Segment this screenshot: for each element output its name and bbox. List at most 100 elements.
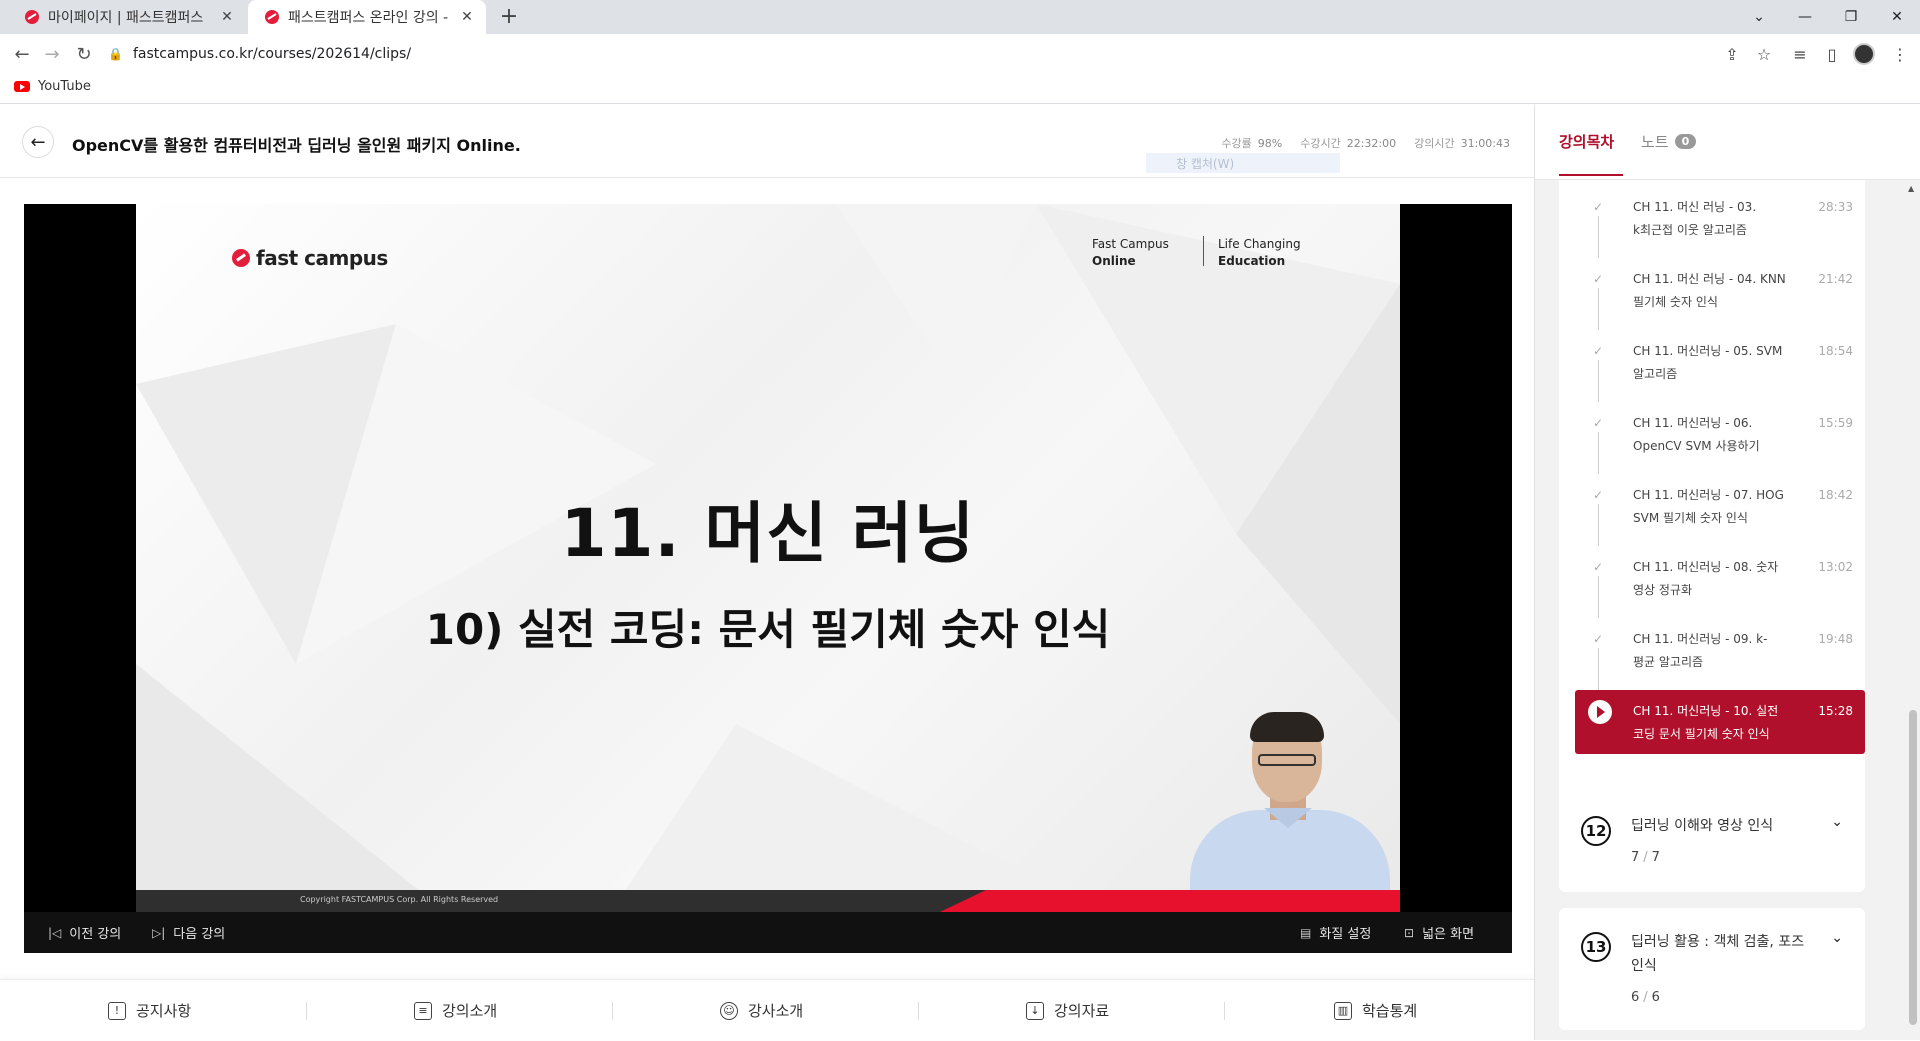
sidebar-scrollbar[interactable]: ▲ [1906,180,1920,1040]
clip-item[interactable]: ✓ CH 11. 머신러닝 - 05. SVM 알고리즘 18:54 [1559,330,1865,402]
browser-tab-course[interactable]: 패스트캠퍼스 온라인 강의 - ✕ [248,0,486,34]
play-icon [1588,700,1612,724]
check-icon: ✓ [1593,200,1604,214]
stats-icon: ▥ [1334,1001,1352,1020]
slide-title: 11. 머신 러닝 [560,495,976,572]
check-icon: ✓ [1593,272,1604,286]
clip-item-current[interactable]: CH 11. 머신러닝 - 10. 실전 코딩 문서 필기체 숫자 인식 15:2… [1575,690,1865,754]
browser-tab-mypage[interactable]: 마이페이지 | 패스트캠퍼스 ✕ [8,0,246,34]
nav-materials[interactable]: ↓ 강의자료 [1026,980,1109,1041]
bookmarks-bar: YouTube [0,74,1920,104]
stat-watch-time: 수강시간 22:32:00 [1300,137,1397,150]
nav-divider [306,1002,307,1020]
close-window-icon[interactable]: ✕ [1874,0,1920,34]
next-lecture-button[interactable]: ▷| 다음 강의 [152,912,225,953]
chapter-title: 딥러닝 이해와 영상 인식 [1631,818,1774,834]
back-icon[interactable]: ← [10,42,34,66]
prev-lecture-button[interactable]: |◁ 이전 강의 [48,912,121,953]
chapter-number: 12 [1581,816,1611,846]
check-icon: ✓ [1593,344,1604,358]
bookmark-star-icon[interactable]: ☆ [1752,42,1776,66]
clip-item[interactable]: ✓ CH 11. 머신러닝 - 06. OpenCV SVM 사용하기 15:59 [1559,402,1865,474]
scroll-thumb[interactable] [1909,710,1917,1025]
clip-item[interactable]: ✓ CH 11. 머신러닝 - 09. k- 평균 알고리즘 19:48 [1559,618,1865,690]
slide-footer: Copyright FASTCAMPUS Corp. All Rights Re… [136,890,1400,912]
close-tab-icon[interactable]: ✕ [218,9,236,25]
close-tab-icon[interactable]: ✕ [458,9,476,25]
nav-instructor[interactable]: ☺ 강사소개 [720,980,803,1041]
copyright-text: Copyright FASTCAMPUS Corp. All Rights Re… [300,895,499,904]
nav-divider [612,1002,613,1020]
tagline-text: Life Changing Education [1218,237,1301,268]
tab-toc[interactable]: 강의목차 [1559,131,1624,176]
menu-kebab-icon[interactable]: ⋮ [1888,42,1912,66]
scroll-up-icon[interactable]: ▲ [1908,184,1914,193]
wide-screen-button[interactable]: ⊡ 넓은 화면 [1404,912,1474,953]
fastcampus-favicon-icon [25,10,39,24]
nav-stats[interactable]: ▥ 학습통계 [1334,980,1417,1041]
player-controls: |◁ 이전 강의 ▷| 다음 강의 ▤ 화질 설정 ⊡ 넓은 화면 [24,912,1512,953]
forward-icon[interactable]: → [40,42,64,66]
chapter-item-13[interactable]: 13 딥러닝 활용 : 객체 검출, 포즈 인식 6/6 ⌄ [1559,908,1865,1030]
lock-icon: 🔒 [108,47,123,61]
course-header: ← OpenCV를 활용한 컴퓨터비전과 딥러닝 올인원 패키지 Online.… [0,105,1534,178]
bookmark-label: YouTube [38,79,91,94]
course-sidebar: 강의목차 노트 0 ✓ CH 11. 머신 러닝 - 03. k최근접 이웃 알고… [1534,105,1920,1040]
footer-red-band [940,890,1400,912]
sidebar-tabs: 강의목차 노트 0 [1535,105,1920,180]
new-tab-icon[interactable]: + [496,4,522,29]
course-stats: 수강률 98% 수강시간 22:32:00 강의시간 31:00:43 [1221,135,1510,151]
side-panel-icon[interactable]: ▯ [1820,42,1844,66]
chevron-down-icon[interactable]: ⌄ [1831,930,1843,946]
course-title: OpenCV를 활용한 컴퓨터비전과 딥러닝 올인원 패키지 Online. [72,136,521,155]
next-icon: ▷| [152,925,166,940]
clip-item[interactable]: ✓ CH 11. 머신러닝 - 07. HOG SVM 필기체 숫자 인식 18:… [1559,474,1865,546]
chevron-down-icon[interactable]: ⌄ [1831,814,1843,830]
nav-notice[interactable]: ! 공지사항 [108,980,191,1041]
quality-icon: ▤ [1300,925,1312,940]
bottom-nav: ! 공지사항 ≡ 강의소개 ☺ 강사소개 ↓ 강의자료 ▥ 학습통계 [0,979,1534,1040]
chapter-item-12[interactable]: 12 딥러닝 이해와 영상 인식 7/7 ⌄ [1559,792,1865,892]
fastcampus-logo: fast campus [232,246,388,270]
tab-title: 패스트캠퍼스 온라인 강의 - [288,10,449,26]
profile-avatar[interactable] [1852,42,1876,66]
share-icon[interactable]: ⇪ [1720,42,1744,66]
chapter-title: 딥러닝 활용 : 객체 검출, 포즈 인식 [1631,934,1805,974]
wide-screen-icon: ⊡ [1404,925,1415,940]
url-text: fastcampus.co.kr/courses/202614/clips/ [132,46,412,62]
nav-course-intro[interactable]: ≡ 강의소개 [414,980,497,1041]
reading-list-icon[interactable]: ≡ [1788,42,1812,66]
stat-progress: 수강률 98% [1221,137,1283,150]
quality-settings-button[interactable]: ▤ 화질 설정 [1300,912,1371,953]
instructor-icon: ☺ [720,1001,738,1020]
back-button[interactable]: ← [22,126,54,158]
reload-icon[interactable]: ↻ [72,42,96,66]
brand-text: Fast Campus Online [1092,237,1169,268]
back-arrow-icon: ← [30,131,46,153]
notice-icon: ! [108,1001,126,1020]
presenter-video [1190,712,1390,912]
restore-icon[interactable]: ❐ [1828,0,1874,34]
check-icon: ✓ [1593,560,1604,574]
clip-item[interactable]: ✓ CH 11. 머신러닝 - 08. 숫자 영상 정규화 13:02 [1559,546,1865,618]
bookmark-youtube[interactable]: YouTube [14,79,91,94]
youtube-icon [14,81,30,92]
stat-course-time: 강의시간 31:00:43 [1414,137,1510,150]
video-player[interactable]: fast campus Fast Campus Online Life Chan… [24,204,1512,953]
address-bar-row: ← → ↻ 🔒 fastcampus.co.kr/courses/202614/… [0,34,1920,74]
tab-notes[interactable]: 노트 0 [1641,131,1697,152]
fastcampus-favicon-icon [265,10,279,24]
main-area: ← OpenCV를 활용한 컴퓨터비전과 딥러닝 올인원 패키지 Online.… [0,105,1534,1040]
chapter-progress: 7/7 [1631,850,1660,865]
tab-title: 마이페이지 | 패스트캠퍼스 [48,10,204,26]
minimize-icon[interactable]: — [1782,0,1828,34]
intro-icon: ≡ [414,1001,432,1020]
url-field[interactable]: 🔒 fastcampus.co.kr/courses/202614/clips/ [108,38,1748,70]
clip-item[interactable]: ✓ CH 11. 머신 러닝 - 04. KNN 필기체 숫자 인식 21:42 [1559,258,1865,330]
clip-item[interactable]: ✓ CH 11. 머신 러닝 - 03. k최근접 이웃 알고리즘 28:33 [1559,186,1865,258]
nav-divider [918,1002,919,1020]
tab-search-icon[interactable]: ⌄ [1736,0,1782,34]
fastcampus-logo-icon [232,249,250,267]
browser-tab-bar: 마이페이지 | 패스트캠퍼스 ✕ 패스트캠퍼스 온라인 강의 - ✕ + ⌄ —… [0,0,1920,34]
material-icon: ↓ [1026,1001,1044,1020]
